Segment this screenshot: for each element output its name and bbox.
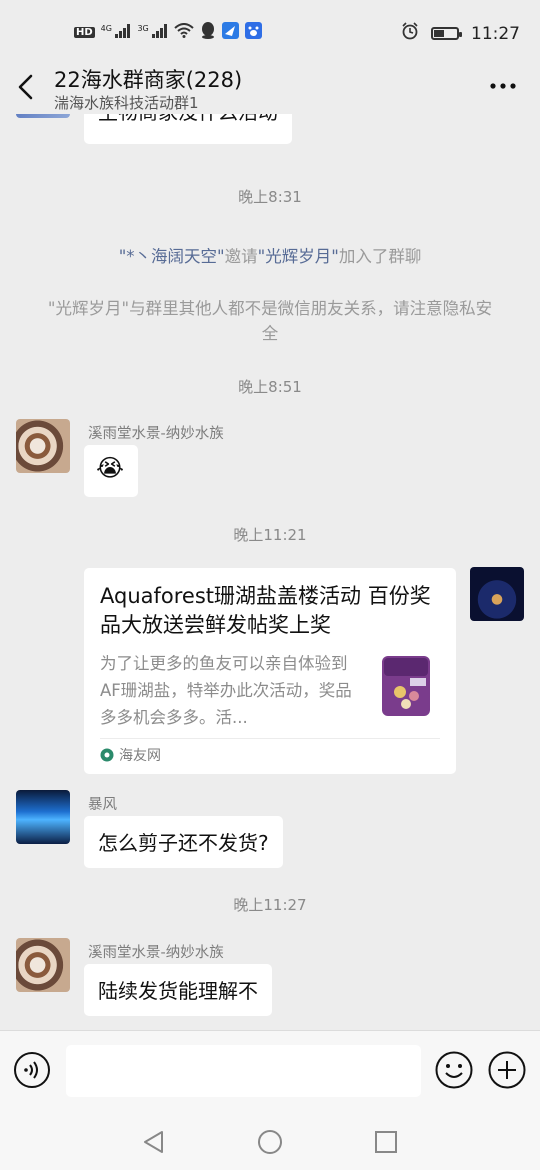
- avatar[interactable]: [16, 419, 70, 473]
- message-text: 陆续发货能理解不: [98, 979, 258, 1003]
- message-bubble[interactable]: 怎么剪子还不发货?: [84, 816, 283, 868]
- card-source: 海友网: [100, 745, 161, 765]
- back-button[interactable]: [14, 72, 42, 102]
- card-divider: [100, 738, 440, 739]
- status-time: 11:27: [471, 23, 520, 44]
- crying-emoji-icon: 😭: [96, 454, 125, 482]
- nav-home-button[interactable]: [256, 1128, 284, 1156]
- triangle-back-icon: [144, 1131, 163, 1153]
- card-source-name: 海友网: [119, 748, 161, 764]
- invite-text: 邀请: [224, 247, 258, 266]
- timestamp: 晚上11:21: [233, 526, 307, 544]
- message-bubble[interactable]: 陆续发货能理解不: [84, 964, 272, 1016]
- card-thumbnail-image: [370, 650, 442, 722]
- nav-recents-button[interactable]: [372, 1128, 400, 1156]
- square-recents-icon: [375, 1131, 397, 1153]
- system-nav-bar: [0, 1114, 540, 1170]
- avatar[interactable]: [16, 114, 70, 118]
- qq-icon: [200, 22, 216, 42]
- chevron-left-icon: [18, 74, 33, 100]
- source-logo-icon: [100, 748, 114, 762]
- invite-tail: 加入了群聊: [338, 247, 422, 266]
- input-bar: [0, 1030, 540, 1115]
- emoji-button[interactable]: [434, 1050, 474, 1090]
- timestamp: 晚上11:27: [233, 896, 307, 914]
- card-title: Aquaforest珊湖盐盖楼活动 百份奖品大放送尝鲜发帖奖上奖: [100, 584, 431, 637]
- system-message-privacy: "光辉岁月"与群里其他人都不是微信朋友关系，请注意隐私安全: [47, 299, 493, 343]
- message-input[interactable]: [66, 1045, 421, 1097]
- message-text: 怎么剪子还不发货?: [98, 831, 269, 855]
- chat-title: 22海水群商家(228): [54, 68, 243, 92]
- message-bubble[interactable]: 生物商家没什么活动: [84, 114, 292, 144]
- voice-button[interactable]: [13, 1051, 51, 1089]
- chat-header: 22海水群商家(228) 湍海水族科技活动群1: [0, 62, 540, 114]
- sender-name: 暴风: [88, 797, 117, 813]
- voice-icon: [14, 1052, 50, 1088]
- hd-icon: HD: [74, 26, 95, 38]
- avatar-self[interactable]: [470, 567, 524, 621]
- signal-3g-icon: 3G: [137, 23, 168, 41]
- wifi-icon: [174, 23, 194, 41]
- system-message-invite: "*丶海阔天空"邀请"光辉岁月"加入了群聊: [30, 244, 510, 269]
- feishu-icon: [222, 22, 240, 42]
- timestamp: 晚上8:51: [238, 378, 302, 396]
- sender-name: 溪雨堂水景-纳妙水族: [88, 426, 224, 442]
- battery-icon: [431, 27, 462, 40]
- status-bar: HD 4G 3G 11:27: [0, 0, 540, 62]
- more-icon: [490, 83, 516, 89]
- message-bubble[interactable]: 😭: [84, 445, 138, 497]
- more-button[interactable]: [490, 72, 516, 92]
- timestamp: 晚上8:31: [238, 188, 302, 206]
- baidu-icon: [245, 22, 263, 42]
- link-card[interactable]: Aquaforest珊湖盐盖楼活动 百份奖品大放送尝鲜发帖奖上奖 为了让更多的鱼…: [84, 568, 456, 774]
- alarm-icon: [401, 22, 419, 45]
- signal-4g-icon: 4G: [101, 23, 132, 41]
- chat-area[interactable]: 生物商家没什么活动 晚上8:31 "*丶海阔天空"邀请"光辉岁月"加入了群聊 "…: [0, 114, 540, 1030]
- plus-icon: [488, 1051, 526, 1089]
- emoji-icon: [435, 1051, 473, 1089]
- avatar[interactable]: [16, 790, 70, 844]
- more-functions-button[interactable]: [487, 1050, 527, 1090]
- card-description: 为了让更多的鱼友可以亲自体验到AF珊湖盐，特举办此次活动，奖品多多机会多多。活.…: [100, 654, 352, 727]
- inviter-link[interactable]: "*丶海阔天空": [119, 247, 225, 266]
- invitee-link[interactable]: "光辉岁月": [258, 247, 339, 266]
- sender-name: 溪雨堂水景-纳妙水族: [88, 945, 224, 961]
- nav-back-button[interactable]: [140, 1128, 168, 1156]
- message-text: 生物商家没什么活动: [98, 114, 278, 124]
- chat-subtitle: 湍海水族科技活动群1: [54, 94, 199, 112]
- circle-home-icon: [258, 1130, 282, 1154]
- avatar[interactable]: [16, 938, 70, 992]
- status-right: 11:27: [401, 22, 520, 45]
- status-left-icons: HD 4G 3G: [74, 22, 263, 42]
